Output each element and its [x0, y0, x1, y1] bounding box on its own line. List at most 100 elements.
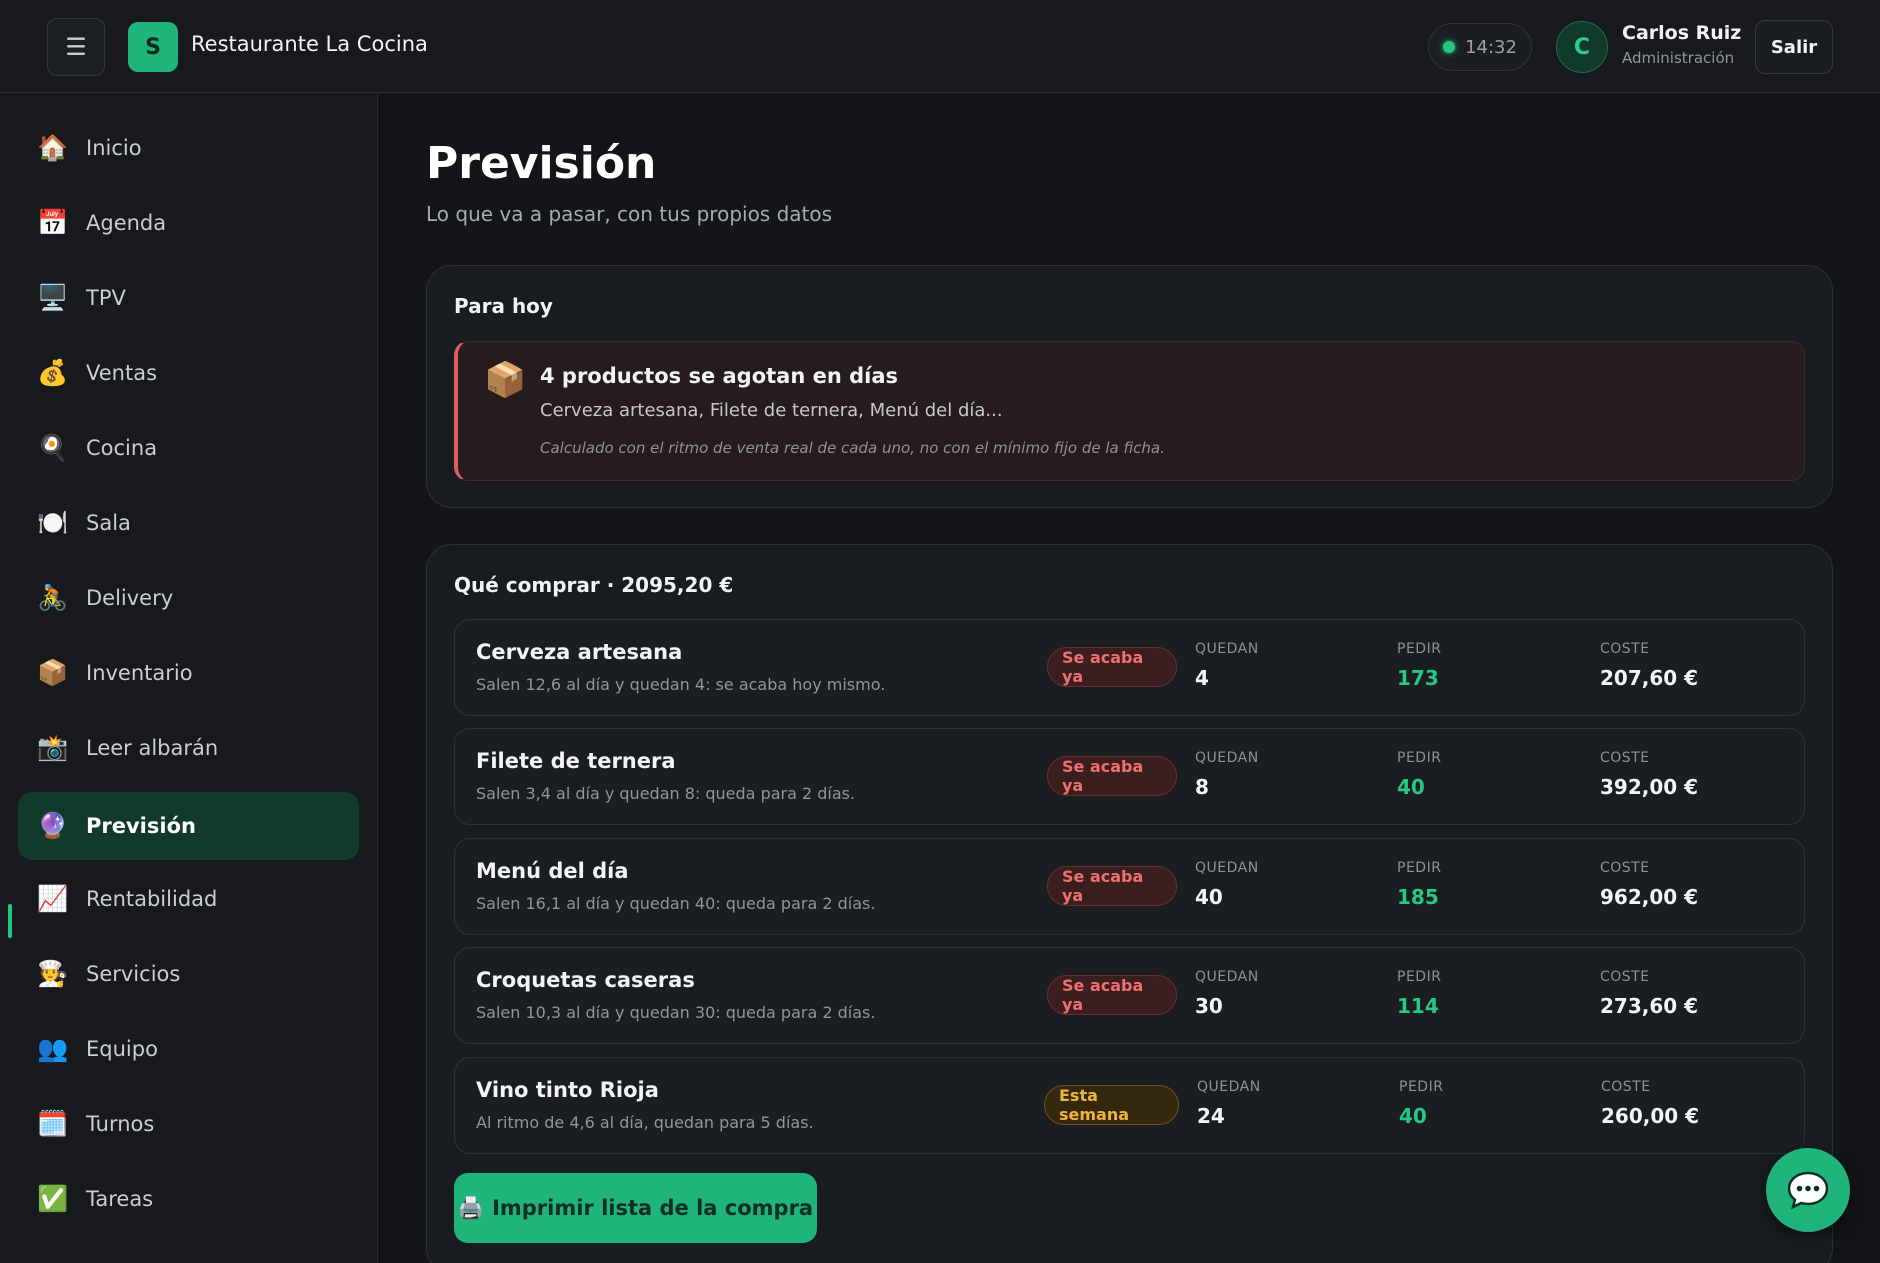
- team-icon: 👥: [37, 1034, 69, 1063]
- checkmark-icon: ✅: [37, 1184, 69, 1213]
- sidebar-item-leer-albaran[interactable]: 📸 Leer albarán: [18, 714, 359, 782]
- clock-time: 14:32: [1465, 36, 1517, 58]
- order-label: PEDIR: [1397, 969, 1442, 985]
- product-name: Filete de ternera: [476, 749, 676, 773]
- frying-pan-icon: 🍳: [37, 433, 69, 462]
- user-role: Administración: [1622, 49, 1735, 67]
- sidebar-item-label: Sala: [86, 511, 131, 535]
- avatar[interactable]: C: [1556, 21, 1608, 73]
- sidebar-item-label: Equipo: [86, 1037, 158, 1061]
- sidebar-item-label: Ventas: [86, 361, 158, 385]
- order-label: PEDIR: [1397, 641, 1442, 657]
- sidebar-item-label: Turnos: [86, 1112, 155, 1136]
- sidebar-item-inventario[interactable]: 📦 Inventario: [18, 639, 359, 707]
- table-row[interactable]: Cerveza artesana Salen 12,6 al día y que…: [454, 619, 1805, 716]
- logo-letter: S: [145, 34, 161, 60]
- alert-items: Cerveza artesana, Filete de ternera, Men…: [540, 400, 1003, 421]
- sidebar-item-agenda[interactable]: 📅 Agenda: [18, 189, 359, 257]
- user-name: Carlos Ruiz: [1622, 22, 1742, 44]
- status-badge: Se acaba ya: [1047, 975, 1177, 1015]
- sidebar-item-prevision[interactable]: 🔮 Previsión: [18, 792, 359, 860]
- calendar-spiral-icon: 🗓️: [37, 1109, 69, 1138]
- crystal-ball-icon: 🔮: [37, 811, 69, 840]
- status-badge: Esta semana: [1044, 1085, 1179, 1125]
- left-label: QUEDAN: [1195, 969, 1259, 985]
- sidebar-item-label: Cocina: [86, 436, 158, 460]
- sidebar-item-turnos[interactable]: 🗓️ Turnos: [18, 1090, 359, 1158]
- sidebar-item-ventas[interactable]: 💰 Ventas: [18, 339, 359, 407]
- camera-flash-icon: 📸: [37, 733, 69, 762]
- online-status-dot-icon: [1443, 41, 1456, 53]
- active-indicator: [8, 904, 12, 938]
- product-desc: Al ritmo de 4,6 al día, quedan para 5 dí…: [476, 1113, 814, 1132]
- sidebar-item-label: TPV: [86, 286, 126, 310]
- left-value: 8: [1195, 775, 1209, 799]
- sidebar-item-delivery[interactable]: 🚴 Delivery: [18, 564, 359, 632]
- table-row[interactable]: Vino tinto Rioja Al ritmo de 4,6 al día,…: [454, 1057, 1805, 1154]
- cost-label: COSTE: [1600, 750, 1650, 766]
- sidebar-item-tareas[interactable]: ✅ Tareas: [18, 1165, 359, 1233]
- order-label: PEDIR: [1397, 750, 1442, 766]
- cost-label: COSTE: [1600, 641, 1650, 657]
- sidebar-item-equipo[interactable]: 👥 Equipo: [18, 1015, 359, 1083]
- page-subtitle: Lo que va a pasar, con tus propios datos: [426, 202, 833, 226]
- cost-value: 260,00 €: [1601, 1104, 1700, 1128]
- computer-icon: 🖥️: [37, 283, 69, 312]
- left-value: 24: [1197, 1104, 1225, 1128]
- status-badge: Se acaba ya: [1047, 866, 1177, 906]
- sidebar-item-inicio[interactable]: 🏠 Inicio: [18, 114, 359, 182]
- table-row[interactable]: Menú del día Salen 16,1 al día y quedan …: [454, 838, 1805, 935]
- order-label: PEDIR: [1399, 1079, 1444, 1095]
- product-desc: Salen 10,3 al día y quedan 30: queda par…: [476, 1003, 876, 1022]
- product-name: Croquetas caseras: [476, 968, 695, 992]
- product-desc: Salen 3,4 al día y quedan 8: queda para …: [476, 784, 856, 803]
- sidebar-item-sala[interactable]: 🍽️ Sala: [18, 489, 359, 557]
- logout-button[interactable]: Salir: [1755, 20, 1833, 74]
- left-value: 4: [1195, 666, 1209, 690]
- cost-label: COSTE: [1600, 969, 1650, 985]
- shopping-card: Qué comprar · 2095,20 € Cerveza artesana…: [426, 544, 1833, 1263]
- sidebar-item-tpv[interactable]: 🖥️ TPV: [18, 264, 359, 332]
- stockout-alert: 📦 4 productos se agotan en días Cerveza …: [454, 341, 1805, 481]
- order-label: PEDIR: [1397, 860, 1442, 876]
- sidebar-item-label: Inicio: [86, 136, 142, 160]
- sidebar-item-label: Leer albarán: [86, 736, 219, 760]
- left-label: QUEDAN: [1195, 860, 1259, 876]
- home-icon: 🏠: [37, 133, 69, 162]
- sidebar-item-servicios[interactable]: 🧑‍🍳 Servicios: [18, 940, 359, 1008]
- print-shopping-list-button[interactable]: 🖨️ Imprimir lista de la compra: [454, 1173, 817, 1243]
- product-name: Vino tinto Rioja: [476, 1078, 659, 1102]
- top-bar: ☰ S Restaurante La Cocina 14:32 C Carlos…: [0, 0, 1880, 93]
- printer-icon: 🖨️: [457, 1195, 485, 1220]
- chat-bubble-icon: [1787, 1171, 1829, 1210]
- table-row[interactable]: Filete de ternera Salen 3,4 al día y que…: [454, 728, 1805, 825]
- sidebar-item-label: Delivery: [86, 586, 174, 610]
- product-name: Menú del día: [476, 859, 629, 883]
- shopping-card-title: Qué comprar · 2095,20 €: [454, 573, 734, 597]
- cost-value: 273,60 €: [1600, 994, 1699, 1018]
- sidebar: 🏠 Inicio 📅 Agenda 🖥️ TPV 💰 Ventas 🍳 Cocina 🍽️…: [0, 94, 378, 1263]
- product-desc: Salen 12,6 al día y quedan 4: se acaba h…: [476, 675, 886, 694]
- avatar-initial: C: [1573, 34, 1591, 60]
- cost-label: COSTE: [1600, 860, 1650, 876]
- product-name: Cerveza artesana: [476, 640, 683, 664]
- today-card-title: Para hoy: [454, 294, 553, 318]
- today-card: Para hoy 📦 4 productos se agotan en días…: [426, 265, 1833, 508]
- calendar-icon: 📅: [37, 208, 69, 237]
- sidebar-item-cocina[interactable]: 🍳 Cocina: [18, 414, 359, 482]
- alert-title: 4 productos se agotan en días: [540, 364, 899, 388]
- print-button-label: Imprimir lista de la compra: [492, 1196, 814, 1220]
- alert-note: Calculado con el ritmo de venta real de …: [540, 439, 1165, 457]
- sidebar-item-rentabilidad[interactable]: 📈 Rentabilidad: [18, 865, 359, 933]
- chat-button[interactable]: [1766, 1148, 1850, 1232]
- status-badge: Se acaba ya: [1047, 647, 1177, 687]
- menu-toggle-button[interactable]: ☰: [47, 18, 105, 76]
- left-label: QUEDAN: [1195, 750, 1259, 766]
- chart-up-icon: 📈: [37, 884, 69, 913]
- table-row[interactable]: Croquetas caseras Salen 10,3 al día y qu…: [454, 947, 1805, 1044]
- sidebar-item-label: Agenda: [86, 211, 167, 235]
- cost-value: 392,00 €: [1600, 775, 1699, 799]
- order-value: 40: [1397, 775, 1425, 799]
- app-logo: S: [128, 22, 178, 72]
- order-value: 185: [1397, 885, 1439, 909]
